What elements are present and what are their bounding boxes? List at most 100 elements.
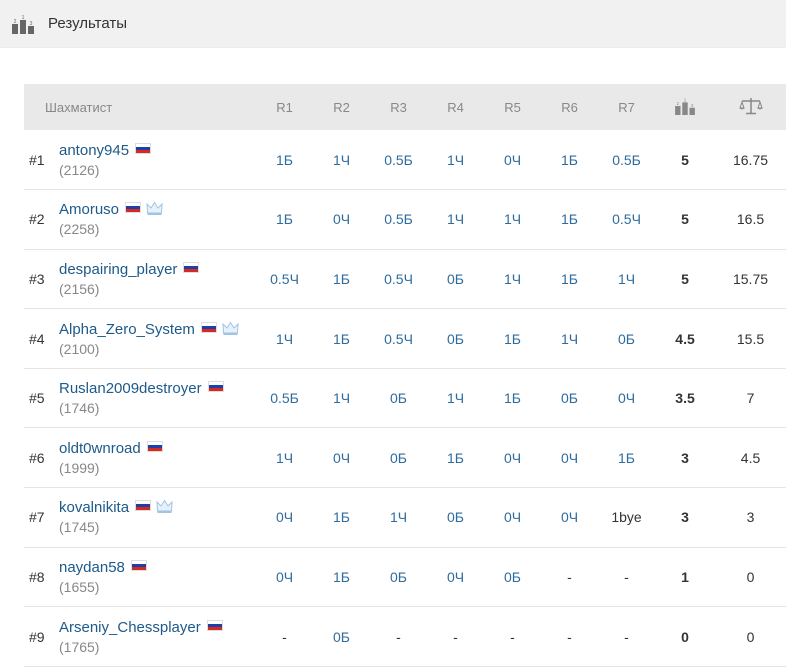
round-result-r7[interactable]: 1Ч [598,249,655,309]
russia-flag-icon [200,321,217,333]
round-result-r2[interactable]: 1Ч [313,130,370,190]
svg-text:1: 1 [684,97,687,102]
round-result-r5[interactable]: 1Б [484,309,541,369]
russia-flag-icon [135,500,152,512]
player-cell: despairing_player (2156) [59,249,256,309]
player-name-link[interactable]: Ruslan2009destroyer [59,380,202,397]
round-result-r5[interactable]: 0Б [484,547,541,607]
round-result-r4[interactable]: 1Б [427,428,484,488]
player-rating: (1655) [59,578,100,595]
round-result-r3[interactable]: 0Б [370,428,427,488]
round-result-r2[interactable]: 0Б [313,607,370,667]
round-result-r3[interactable]: 0.5Б [370,190,427,250]
rank-cell: #2 [29,211,45,228]
player-rating: (2126) [59,161,100,178]
round-result-r2[interactable]: 0Ч [313,190,370,250]
round-result-r4[interactable]: 1Ч [427,190,484,250]
round-result-r1[interactable]: 0.5Б [256,368,313,428]
column-header-r3: R3 [390,99,407,115]
round-result-r2[interactable]: 1Б [313,249,370,309]
player-rating: (1745) [59,519,100,536]
round-result-r5[interactable]: 0Ч [484,488,541,548]
round-result-r1[interactable]: 0Ч [256,547,313,607]
round-result-r4[interactable]: 0Ч [427,547,484,607]
tiebreak-cell: 15.75 [732,270,769,287]
player-name-link[interactable]: naydan58 [59,559,125,576]
round-result-r6[interactable]: 1Ч [541,309,598,369]
player-rating: (1999) [59,459,100,476]
round-result-r3[interactable]: 0Б [370,368,427,428]
round-result-r6[interactable]: 0Ч [541,428,598,488]
table-row: #3 despairing_player (2156) 0.5Ч 1Б 0.5Ч 0Б… [24,249,786,309]
player-cell: naydan58 (1655) [59,547,256,607]
round-result-r6[interactable]: 0Б [541,368,598,428]
round-result-r2[interactable]: 1Б [313,547,370,607]
column-header-r6: R6 [561,99,578,115]
round-result-r3[interactable]: 0Б [370,547,427,607]
player-name-link[interactable]: kovalnikita [59,499,129,516]
round-result-r6[interactable]: 1Б [541,249,598,309]
round-result-r4[interactable]: 1Ч [427,368,484,428]
round-result-r6: - [567,568,572,585]
round-result-r7: - [624,628,629,645]
tiebreak-cell: 7 [746,390,755,407]
round-result-r2[interactable]: 1Б [313,309,370,369]
round-result-r7[interactable]: 1Б [598,428,655,488]
round-result-r6: - [567,628,572,645]
points-cell: 5 [681,151,689,168]
table-row: #1 antony945 (2126) 1Б 1Ч 0.5Б 1Ч 0Ч 1Б 0.5Б 5 1… [24,130,786,190]
round-result-r2[interactable]: 1Б [313,488,370,548]
column-header-r5: R5 [504,99,521,115]
rank-cell: #5 [29,390,45,407]
player-cell: oldt0wnroad (1999) [59,428,256,488]
player-name-link[interactable]: Alpha_Zero_System [59,321,195,338]
round-result-r3[interactable]: 1Ч [370,488,427,548]
rank-cell: #4 [29,330,45,347]
player-name-link[interactable]: Arseniy_Chessplayer [59,619,201,636]
russia-flag-icon [207,381,224,393]
round-result-r4[interactable]: 0Б [427,249,484,309]
column-header-player[interactable]: Шахматист [24,84,256,130]
table-row: #5 Ruslan2009destroyer (1746) 0.5Б 1Ч 0Б 1Ч… [24,368,786,428]
round-result-r3[interactable]: 0.5Ч [370,249,427,309]
table-row: #7 kovalnikita (1745) 0Ч 1Б 1Ч 0Б 0Ч 0Ч 1bye 3 3 [24,488,786,548]
round-result-r5[interactable]: 0Ч [484,130,541,190]
round-result-r2[interactable]: 1Ч [313,368,370,428]
round-result-r1[interactable]: 0.5Ч [256,249,313,309]
player-name-link[interactable]: despairing_player [59,261,177,278]
round-result-r1[interactable]: 1Б [256,130,313,190]
svg-text:2: 2 [14,19,17,25]
player-name-link[interactable]: antony945 [59,142,129,159]
player-cell: kovalnikita (1745) [59,488,256,548]
player-rating: (1746) [59,400,100,417]
round-result-r3[interactable]: 0.5Ч [370,309,427,369]
player-name-link[interactable]: Amoruso [59,201,119,218]
table-row: #2 Amoruso (2258) 1Б 0Ч 0.5Б 1Ч 1Ч 1Б 0.5Ч 5 16.… [24,190,786,250]
russia-flag-icon [183,261,200,273]
round-result-r1[interactable]: 1Б [256,190,313,250]
round-result-r7[interactable]: 0Ч [598,368,655,428]
round-result-r5[interactable]: 1Б [484,368,541,428]
round-result-r7[interactable]: 0.5Ч [598,190,655,250]
crown-icon [146,201,163,216]
round-result-r5[interactable]: 0Ч [484,428,541,488]
round-result-r5[interactable]: 1Ч [484,190,541,250]
round-result-r4[interactable]: 1Ч [427,130,484,190]
round-result-r1[interactable]: 0Ч [256,488,313,548]
round-result-r2[interactable]: 0Ч [313,428,370,488]
points-cell: 3.5 [675,390,695,407]
round-result-r6[interactable]: 1Б [541,190,598,250]
round-result-r6[interactable]: 1Б [541,130,598,190]
round-result-r5[interactable]: 1Ч [484,249,541,309]
round-result-r4[interactable]: 0Б [427,309,484,369]
column-header-points: 1 2 3 [655,84,715,130]
round-result-r1[interactable]: 1Ч [256,309,313,369]
round-result-r1[interactable]: 1Ч [256,428,313,488]
rank-cell: #7 [29,509,45,526]
round-result-r7[interactable]: 0Б [598,309,655,369]
player-name-link[interactable]: oldt0wnroad [59,440,141,457]
round-result-r7[interactable]: 0.5Б [598,130,655,190]
round-result-r3[interactable]: 0.5Б [370,130,427,190]
round-result-r4[interactable]: 0Б [427,488,484,548]
round-result-r6[interactable]: 0Ч [541,488,598,548]
